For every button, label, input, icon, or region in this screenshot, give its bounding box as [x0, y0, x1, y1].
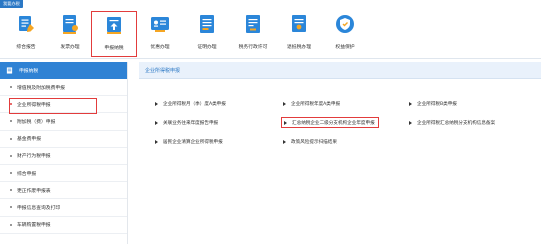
sidebar-item-label: 申报信息查询及打印: [17, 205, 61, 211]
link-label: 企业所得税年度A类申报: [291, 102, 341, 107]
sidebar-item-vat[interactable]: 增值税及附加税费申报: [0, 79, 127, 97]
link-annual-a[interactable]: 企业所得税年度A类申报: [283, 99, 340, 109]
invoice-icon: [63, 15, 78, 34]
link-quarterly-a[interactable]: 企业所得税月（季）度A类申报: [155, 99, 226, 109]
sidebar-item-property-tax[interactable]: 财产行为税申报: [0, 148, 127, 165]
sidebar-item-enterprise-income-tax[interactable]: 企业所得税申报: [0, 96, 127, 115]
sidebar-item-label: 车辆购置税申报: [17, 223, 51, 229]
toolbar-item-report[interactable]: 综合报告: [3, 11, 49, 57]
link-class-b[interactable]: 企业所得税B类申报: [409, 99, 457, 109]
sidebar-title: 申报纳税: [19, 69, 39, 74]
link-label: 政策风险提示扫描结果: [291, 140, 337, 145]
discount-icon: [151, 17, 169, 32]
toolbar-label: 发票办理: [60, 45, 80, 50]
toolbar-item-rights[interactable]: 权益保护: [322, 11, 368, 57]
sidebar-header: 申报纳税: [0, 62, 127, 79]
link-label: 企业所得税月（季）度A类申报: [163, 102, 226, 107]
tax-declare-icon: [107, 17, 121, 34]
toolbar-label: 优惠办理: [150, 45, 170, 50]
triangle-right-icon: [284, 120, 287, 125]
sidebar-item-correction[interactable]: 更正作废申报表: [0, 182, 127, 200]
certificate-icon: [200, 15, 214, 33]
toolbar-item-license[interactable]: 税务行政许可: [230, 11, 276, 57]
triangle-right-icon: [283, 102, 286, 106]
link-liquidation[interactable]: 居民企业清算企业所得税申报: [155, 137, 223, 147]
toolbar-label: 退抵税办理: [287, 45, 311, 50]
triangle-right-icon: [155, 121, 158, 125]
license-icon: [246, 15, 260, 33]
link-label: 居民企业清算企业所得税申报: [163, 140, 223, 145]
bullet-icon: [10, 103, 12, 106]
link-label: 汇总纳税企业二级分支机构企业年度申报: [292, 120, 375, 126]
toolbar: 综合报告 发票办理 申报纳税 优惠办理 证明办理 税务行政许可 退抵税办理 权益…: [0, 8, 541, 59]
link-related-party[interactable]: 关联业务往来年度报告申报: [155, 118, 218, 128]
link-branch-annual[interactable]: 汇总纳税企业二级分支机构企业年度申报: [281, 117, 379, 128]
toolbar-item-refund[interactable]: 退抵税办理: [276, 11, 322, 57]
triangle-right-icon: [409, 121, 412, 125]
sidebar-item-vehicle-tax[interactable]: 车辆购置税申报: [0, 217, 127, 234]
toolbar-item-tax-declare[interactable]: 申报纳税: [91, 11, 137, 57]
link-risk-scan[interactable]: 政策风险提示扫描结果: [283, 137, 337, 147]
sidebar-item-label: 综合申报: [17, 171, 37, 177]
bullet-icon: [10, 172, 12, 175]
sidebar: 申报纳税 增值税及附加税费申报 企业所得税申报 附加税（费）申报 基金费申报 财…: [0, 62, 128, 244]
main-title: 企业所得税申报: [139, 62, 541, 79]
bullet-icon: [10, 86, 12, 89]
toolbar-label: 证明办理: [197, 45, 217, 50]
triangle-right-icon: [283, 140, 286, 144]
triangle-right-icon: [155, 140, 158, 144]
bullet-icon: [10, 120, 12, 123]
main-panel: 企业所得税申报 企业所得税月（季）度A类申报 企业所得税年度A类申报 企业所得税…: [139, 62, 541, 244]
sidebar-item-label: 企业所得税申报: [17, 102, 51, 108]
bullet-icon: [10, 206, 12, 209]
link-label: 关联业务往来年度报告申报: [163, 121, 219, 126]
top-tag: 我要办税: [0, 0, 23, 8]
sidebar-item-label: 基金费申报: [17, 137, 41, 143]
sidebar-item-comprehensive[interactable]: 综合申报: [0, 165, 127, 183]
sidebar-item-query-print[interactable]: 申报信息查询及打印: [0, 199, 127, 217]
sidebar-item-fund-fee[interactable]: 基金费申报: [0, 131, 127, 148]
toolbar-label: 权益保护: [335, 45, 355, 50]
link-label: 企业所得税汇总纳税分支机构信息备案: [417, 121, 496, 126]
toolbar-item-invoice[interactable]: 发票办理: [47, 11, 93, 57]
bullet-icon: [10, 154, 12, 157]
sidebar-item-label: 财产行为税申报: [17, 154, 51, 160]
toolbar-label: 综合报告: [16, 45, 36, 50]
sidebar-item-label: 附加税（费）申报: [17, 119, 56, 125]
triangle-right-icon: [409, 102, 412, 106]
toolbar-item-certificate[interactable]: 证明办理: [184, 11, 230, 57]
toolbar-label: 税务行政许可: [238, 45, 268, 50]
link-grid: 企业所得税月（季）度A类申报 企业所得税年度A类申报 企业所得税B类申报 关联业…: [139, 79, 541, 244]
sidebar-item-label: 更正作废申报表: [17, 188, 51, 194]
report-icon: [19, 16, 34, 32]
bullet-icon: [10, 189, 12, 192]
triangle-right-icon: [155, 102, 158, 106]
bullet-icon: [10, 223, 12, 226]
sidebar-item-label: 增值税及附加税费申报: [17, 85, 65, 91]
sidebar-item-surcharge[interactable]: 附加税（费）申报: [0, 113, 127, 131]
toolbar-item-discount[interactable]: 优惠办理: [137, 11, 183, 57]
document-icon: [6, 67, 13, 74]
link-branch-filing[interactable]: 企业所得税汇总纳税分支机构信息备案: [409, 118, 495, 128]
bullet-icon: [10, 137, 12, 140]
toolbar-label: 申报纳税: [104, 46, 124, 51]
link-label: 企业所得税B类申报: [417, 102, 457, 107]
shield-icon: [336, 15, 354, 33]
refund-icon: [292, 15, 306, 32]
